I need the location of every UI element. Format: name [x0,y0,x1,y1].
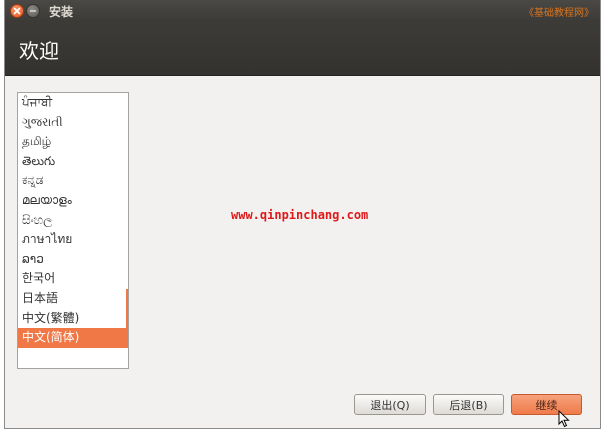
minimize-button[interactable] [26,4,40,18]
continue-button[interactable]: 继续 [511,394,582,415]
window-title: 安装 [49,5,74,19]
language-item[interactable]: ગુજરાતી [18,113,128,133]
language-item[interactable]: 中文(繁體) [18,308,128,329]
website-text: www.qinpinchang.com [231,208,369,222]
close-icon [13,7,21,15]
page-title: 欢迎 [19,39,59,63]
language-item[interactable]: ລາວ [18,250,128,270]
language-item-selected[interactable]: 中文(简体) [18,328,128,348]
language-item[interactable]: ಕನ್ನಡ [18,171,128,191]
language-item[interactable]: ภาษาไทย [18,230,128,250]
language-item[interactable]: தமிழ் [18,132,128,152]
language-item[interactable]: 한국어 [18,269,128,289]
quit-button[interactable]: 退出(Q) [354,394,426,415]
watermark-text: 《基础教程网》 [524,8,594,19]
language-list[interactable]: ਪੰਜਾਬੀ ગુજરાતી தமிழ் తెలుగు ಕನ್ನಡ മലയാളം… [17,92,129,369]
language-item[interactable]: 日本語 [18,288,128,309]
page-header: 欢迎 [5,22,600,76]
language-item[interactable]: සිංහල [18,211,128,231]
language-item[interactable]: ਪੰਜਾਬੀ [18,93,128,113]
close-button[interactable] [10,4,24,18]
title-bar[interactable]: 安装 《基础教程网》 [5,0,600,22]
minimize-icon [29,10,37,12]
back-button[interactable]: 后退(B) [433,394,504,415]
language-item[interactable]: తెలుగు [18,152,128,172]
mouse-pointer-icon [558,410,570,428]
language-item[interactable]: മലയാളം [18,191,128,211]
